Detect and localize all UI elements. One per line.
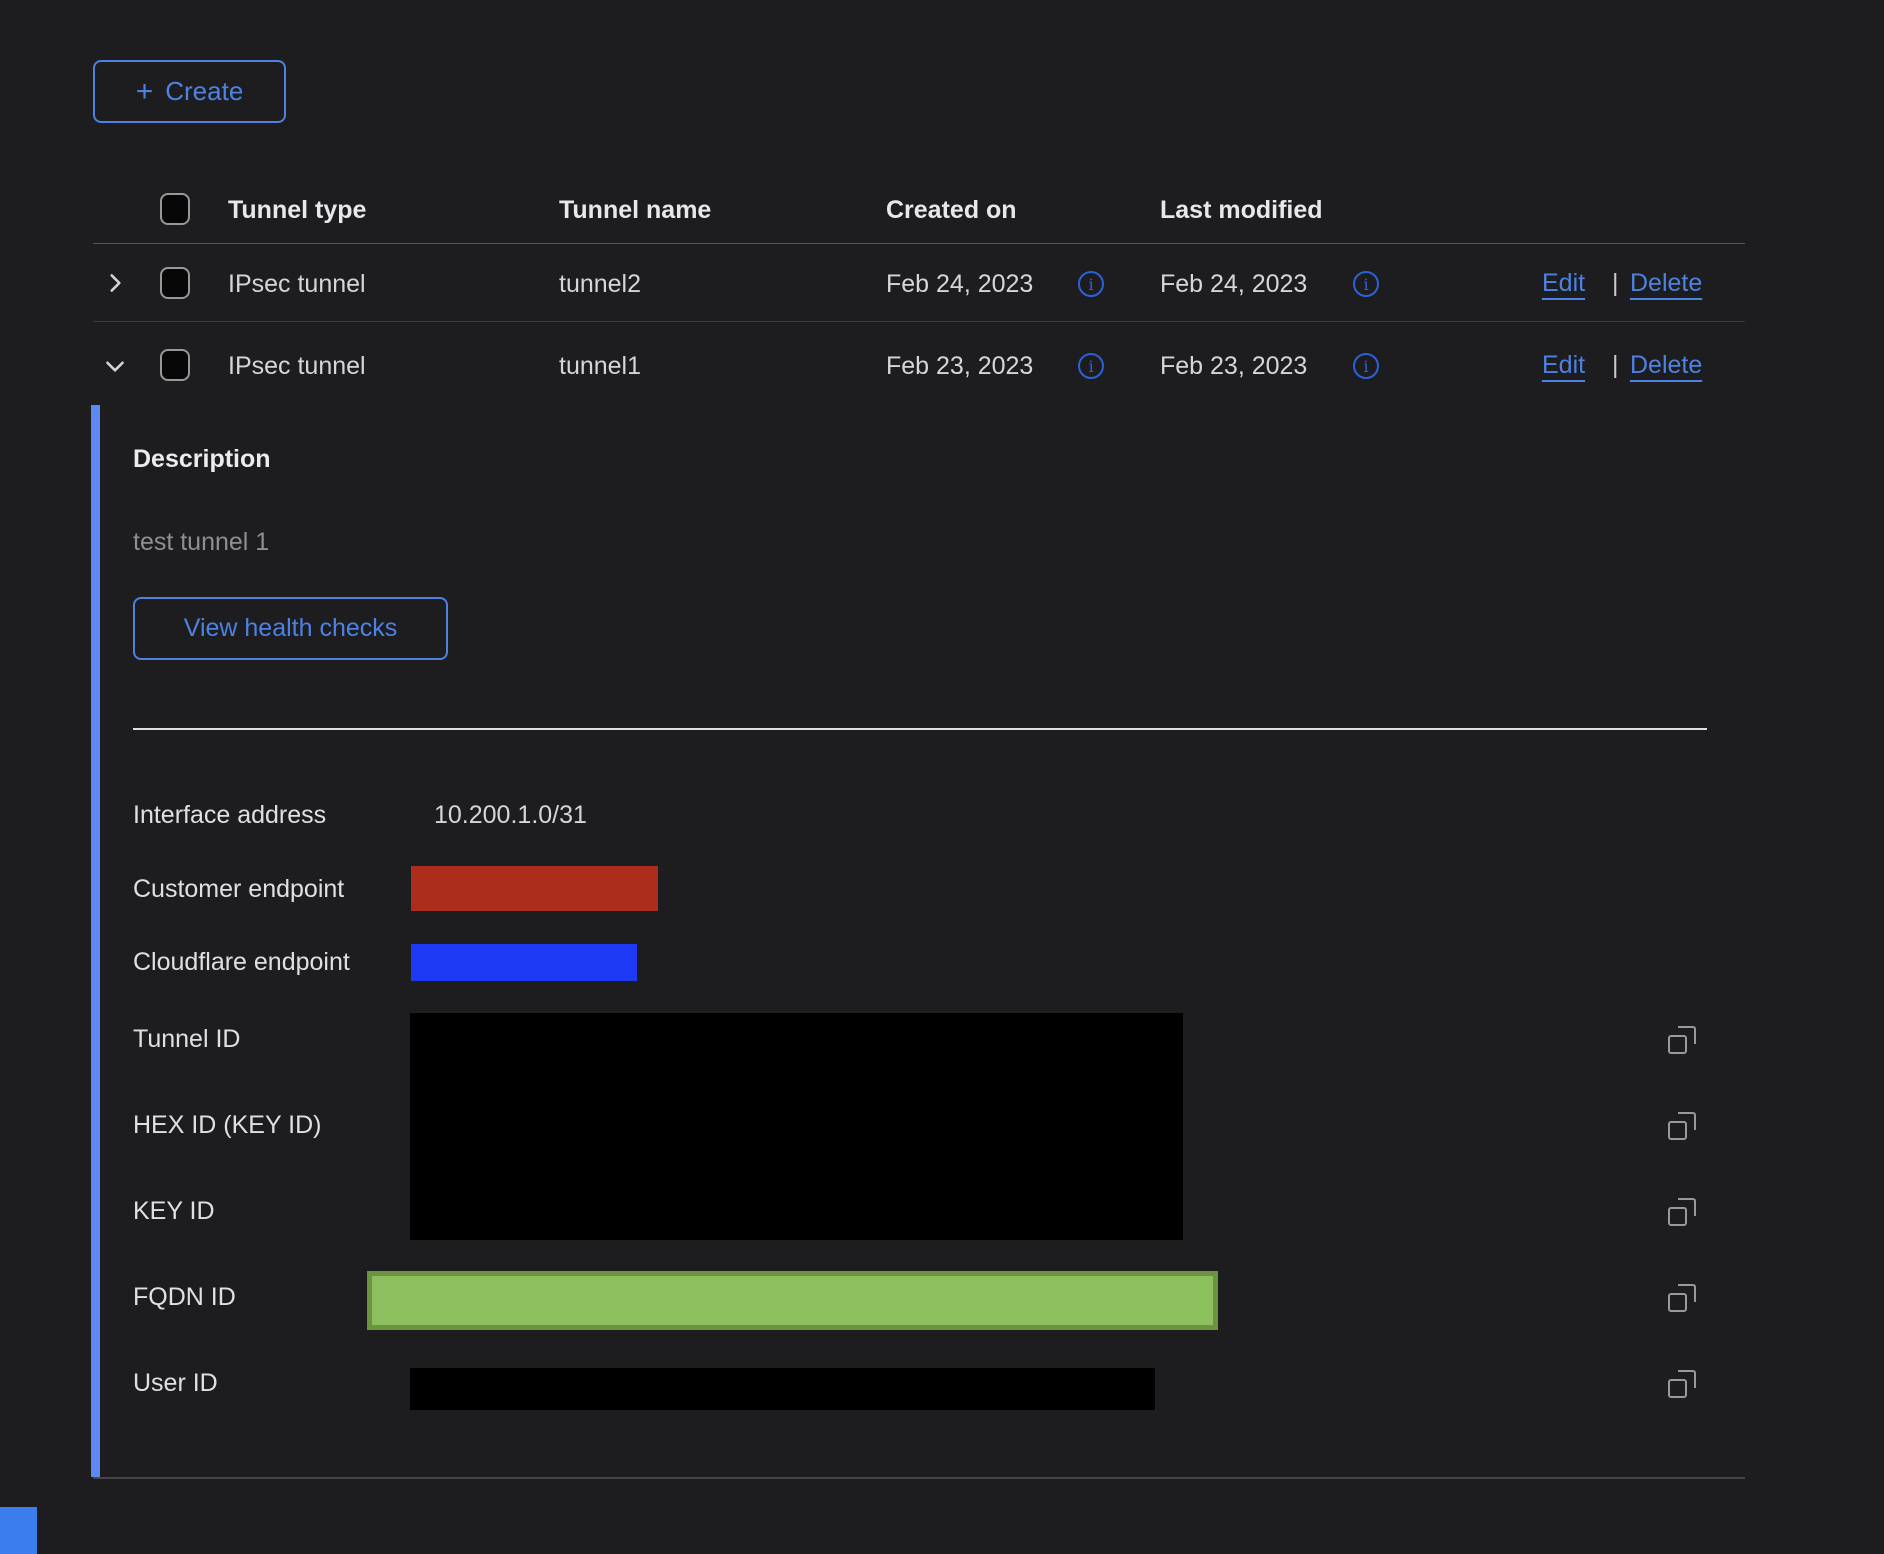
copy-icon-front (1668, 1379, 1687, 1398)
key-id-label: KEY ID (133, 1197, 215, 1226)
edit-link[interactable]: Edit (1542, 351, 1585, 380)
expanded-panel-accent-bar (91, 405, 100, 1477)
header-tunnel-name: Tunnel name (559, 196, 711, 225)
edit-link[interactable]: Edit (1542, 269, 1585, 298)
plus-icon: + (136, 77, 154, 107)
tunnels-page: + Create Tunnel type Tunnel name Created… (0, 0, 1884, 1554)
fqdn-id-label: FQDN ID (133, 1283, 236, 1312)
create-button-label: Create (165, 76, 243, 107)
expanded-panel-bottom-border (93, 1477, 1745, 1479)
copy-icon[interactable] (1667, 1025, 1697, 1055)
delete-link[interactable]: Delete (1630, 351, 1702, 380)
fqdn-id-redaction (367, 1271, 1218, 1330)
tunnel-name-cell: tunnel2 (559, 270, 641, 299)
table-row: IPsec tunnel tunnel2 Feb 24, 2023 i Feb … (93, 244, 1745, 322)
copy-icon[interactable] (1667, 1197, 1697, 1227)
view-health-checks-label: View health checks (184, 614, 398, 643)
created-on-cell: Feb 23, 2023 (886, 352, 1033, 381)
create-button[interactable]: + Create (93, 60, 286, 123)
copy-icon[interactable] (1667, 1283, 1697, 1313)
user-id-redaction (410, 1368, 1155, 1410)
table-row: IPsec tunnel tunnel1 Feb 23, 2023 i Feb … (93, 322, 1745, 405)
description-label: Description (133, 445, 271, 474)
view-health-checks-button[interactable]: View health checks (133, 597, 448, 660)
info-icon[interactable]: i (1078, 353, 1104, 379)
info-icon[interactable]: i (1353, 271, 1379, 297)
copy-icon-front (1668, 1035, 1687, 1054)
copy-icon-front (1668, 1293, 1687, 1312)
description-value: test tunnel 1 (133, 528, 269, 557)
select-all-checkbox[interactable] (160, 193, 190, 225)
bottom-left-blue-fragment (0, 1507, 37, 1554)
info-icon[interactable]: i (1078, 271, 1104, 297)
action-separator: | (1612, 351, 1619, 380)
tunnel-type-cell: IPsec tunnel (228, 270, 366, 299)
interface-address-value: 10.200.1.0/31 (434, 801, 587, 830)
cloudflare-endpoint-redaction (411, 944, 637, 981)
last-modified-cell: Feb 24, 2023 (1160, 270, 1307, 299)
interface-address-label: Interface address (133, 801, 326, 830)
last-modified-cell: Feb 23, 2023 (1160, 352, 1307, 381)
row-checkbox[interactable] (160, 349, 190, 381)
tunnel-type-cell: IPsec tunnel (228, 352, 366, 381)
customer-endpoint-label: Customer endpoint (133, 875, 344, 904)
header-created-on: Created on (886, 196, 1017, 225)
copy-icon-front (1668, 1207, 1687, 1226)
hex-id-label: HEX ID (KEY ID) (133, 1111, 321, 1140)
header-last-modified: Last modified (1160, 196, 1323, 225)
info-icon[interactable]: i (1353, 353, 1379, 379)
tunnel-name-cell: tunnel1 (559, 352, 641, 381)
ids-redaction-block (410, 1013, 1183, 1240)
created-on-cell: Feb 24, 2023 (886, 270, 1033, 299)
customer-endpoint-redaction (411, 866, 658, 911)
user-id-label: User ID (133, 1369, 218, 1398)
header-tunnel-type: Tunnel type (228, 196, 366, 225)
table-header-row: Tunnel type Tunnel name Created on Last … (93, 175, 1745, 244)
chevron-right-icon[interactable] (102, 270, 128, 296)
copy-icon[interactable] (1667, 1369, 1697, 1399)
action-separator: | (1612, 269, 1619, 298)
delete-link[interactable]: Delete (1630, 269, 1702, 298)
section-divider (133, 728, 1707, 730)
tunnel-id-label: Tunnel ID (133, 1025, 240, 1054)
chevron-down-icon[interactable] (102, 353, 128, 379)
copy-icon-front (1668, 1121, 1687, 1140)
copy-icon[interactable] (1667, 1111, 1697, 1141)
row-checkbox[interactable] (160, 267, 190, 299)
cloudflare-endpoint-label: Cloudflare endpoint (133, 948, 350, 977)
